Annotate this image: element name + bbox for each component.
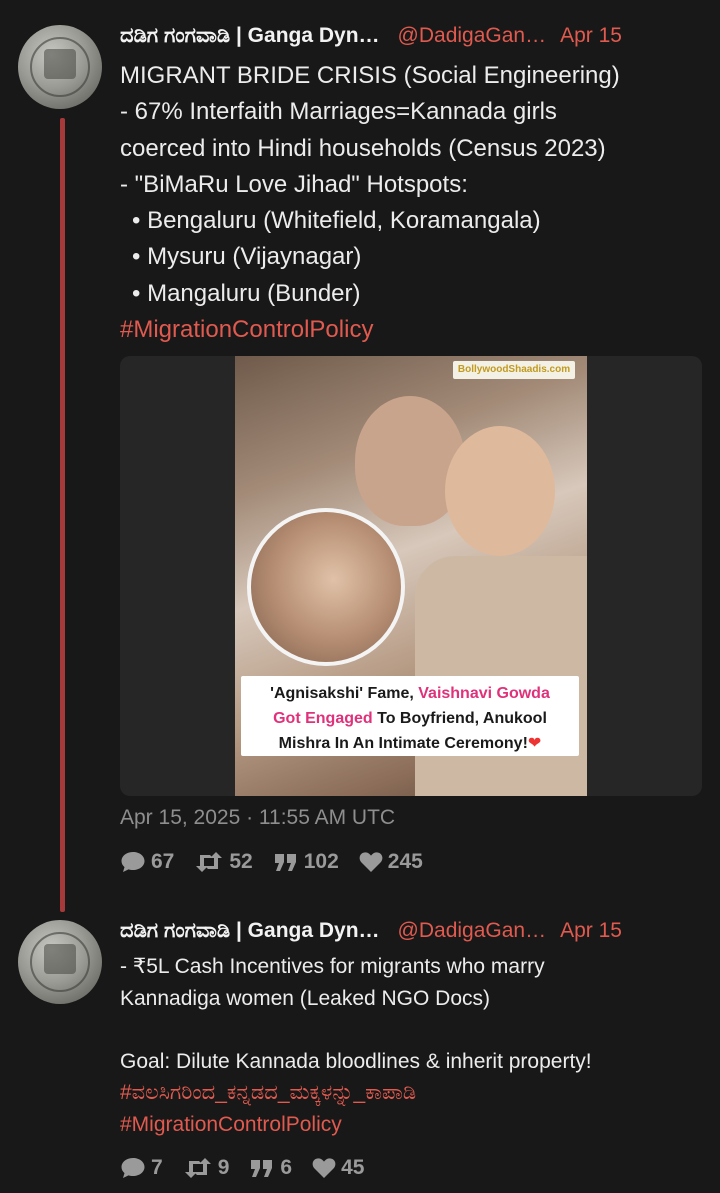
- retweet-count: 52: [229, 850, 253, 873]
- retweet-button[interactable]: 52: [194, 850, 253, 874]
- like-button[interactable]: 45: [312, 1156, 364, 1180]
- comment-icon: [121, 1158, 145, 1178]
- heart-icon: [359, 852, 383, 872]
- retweet-button[interactable]: 9: [183, 1156, 230, 1180]
- tweet-date[interactable]: Apr 15: [560, 919, 622, 943]
- tweet-text: MIGRANT BRIDE CRISIS (Social Engineering…: [120, 58, 702, 348]
- engagement-photo[interactable]: BollywoodShaadis.com 'Agnisakshi' Fame, …: [235, 356, 587, 796]
- source-watermark: BollywoodShaadis.com: [453, 361, 575, 379]
- tweet-line: MIGRANT BRIDE CRISIS (Social Engineering…: [120, 62, 620, 89]
- coin-elephant-mark: [44, 49, 76, 79]
- quote-button[interactable]: 102: [273, 850, 339, 874]
- quote-icon: [251, 1160, 273, 1177]
- avatar[interactable]: [18, 25, 102, 109]
- tweet-1[interactable]: ದಡಿಗ ಗಂಗವಾಡಿ | Ganga Dyn… @DadigaGan… Ap…: [120, 21, 702, 348]
- hashtag-link[interactable]: #ವಲಸಿಗರಿಂದ_ಕನ್ನಡದ_ಮಕ್ಕಳನ್ನು_ಕಾಪಾಡಿ: [120, 1077, 702, 1109]
- avatar[interactable]: [18, 920, 102, 1004]
- caption-highlight: Vaishnavi Gowda: [418, 685, 550, 702]
- tweet-date[interactable]: Apr 15: [560, 24, 622, 48]
- comment-icon: [121, 852, 145, 872]
- caption-text: 'Agnisakshi' Fame,: [270, 685, 419, 702]
- tweet-line: Kannadiga women (Leaked NGO Docs): [120, 986, 491, 1010]
- tweet-media[interactable]: BollywoodShaadis.com 'Agnisakshi' Fame, …: [120, 356, 702, 796]
- quote-count: 102: [303, 850, 339, 873]
- like-count: 45: [341, 1156, 365, 1179]
- tweet-line: • Mysuru (Vijaynagar): [132, 243, 362, 271]
- heart-icon: [312, 1158, 336, 1178]
- tweet-line: coerced into Hindi households (Census 20…: [120, 134, 606, 162]
- tweet-stats: 67 52 102 245: [120, 850, 443, 874]
- tweet-header: ದಡಿಗ ಗಂಗವಾಡಿ | Ganga Dyn… @DadigaGan… Ap…: [120, 916, 702, 946]
- tweet-2[interactable]: ದಡಿಗ ಗಂಗವಾಡಿ | Ganga Dyn… @DadigaGan… Ap…: [120, 916, 702, 1140]
- tweet-stats: 7 9 6 45: [120, 1156, 384, 1180]
- thread-connector: [60, 118, 65, 912]
- caption-text: To Boyfriend, Anukool: [372, 710, 547, 727]
- image-caption: 'Agnisakshi' Fame, Vaishnavi Gowda Got E…: [241, 676, 579, 756]
- reply-count: 7: [151, 1156, 163, 1179]
- like-button[interactable]: 245: [359, 850, 423, 874]
- coin-elephant-mark: [44, 944, 76, 974]
- caption-highlight: Got Engaged: [273, 710, 373, 727]
- like-count: 245: [387, 850, 423, 873]
- quote-icon: [274, 854, 296, 871]
- tweet-line: Goal: Dilute Kannada bloodlines & inheri…: [120, 1049, 592, 1073]
- display-name[interactable]: ದಡಿಗ ಗಂಗವಾಡಿ | Ganga Dyn…: [120, 24, 380, 48]
- hashtag-link[interactable]: #MigrationControlPolicy: [120, 312, 702, 348]
- quote-button[interactable]: 6: [249, 1156, 292, 1180]
- tweet-line: • Mangaluru (Bunder): [132, 279, 361, 307]
- display-name[interactable]: ದಡಿಗ ಗಂಗವಾಡಿ | Ganga Dyn…: [120, 919, 380, 943]
- user-handle[interactable]: @DadigaGan…: [398, 24, 547, 48]
- user-handle[interactable]: @DadigaGan…: [398, 919, 547, 943]
- tweet-line: • Bengaluru (Whitefield, Koramangala): [132, 207, 541, 235]
- tweet-line: - 67% Interfaith Marriages=Kannada girls: [120, 98, 557, 126]
- hashtag-link[interactable]: #MigrationControlPolicy: [120, 1109, 702, 1141]
- tweet-line: - ₹5L Cash Incentives for migrants who m…: [120, 955, 545, 978]
- photo-figure: [445, 426, 555, 556]
- tweet-header: ದಡಿಗ ಗಂಗವಾಡಿ | Ganga Dyn… @DadigaGan… Ap…: [120, 21, 702, 51]
- tweet-timestamp[interactable]: Apr 15, 2025 · 11:55 AM UTC: [120, 806, 395, 830]
- quote-count: 6: [280, 1156, 293, 1179]
- tweet-line: - "BiMaRu Love Jihad" Hotspots:: [120, 170, 468, 198]
- retweet-icon: [184, 1158, 211, 1178]
- reply-button[interactable]: 7: [120, 1156, 163, 1180]
- retweet-icon: [196, 852, 223, 872]
- reply-count: 67: [151, 850, 175, 873]
- retweet-count: 9: [217, 1156, 230, 1179]
- reply-button[interactable]: 67: [120, 850, 174, 874]
- inset-portrait: [247, 508, 405, 666]
- tweet-text: - ₹5L Cash Incentives for migrants who m…: [120, 951, 702, 1140]
- caption-text: Mishra In An Intimate Ceremony!: [278, 735, 528, 752]
- heart-emoji: ❤: [527, 735, 542, 752]
